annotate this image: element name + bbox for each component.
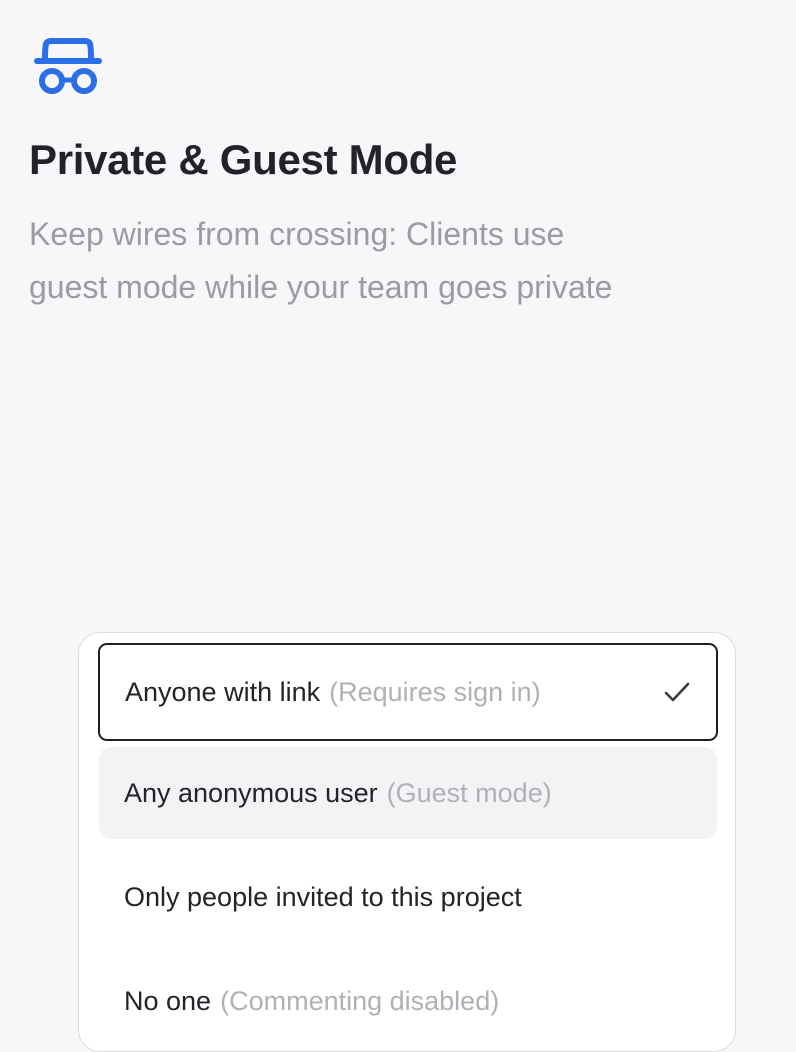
page-subtitle: Keep wires from crossing: Clients use gu…	[29, 216, 613, 305]
option-hint: (Commenting disabled)	[220, 985, 500, 1016]
access-dropdown-menu: Anyone with link (Requires sign in) Any …	[78, 632, 736, 1052]
option-any-anonymous-user[interactable]: Any anonymous user (Guest mode)	[99, 747, 717, 839]
option-label: Anyone with link	[125, 676, 321, 707]
option-label: Only people invited to this project	[124, 881, 522, 912]
incognito-icon	[34, 38, 102, 94]
page-title: Private & Guest Mode	[29, 136, 458, 183]
option-no-one[interactable]: No one (Commenting disabled)	[99, 953, 717, 1049]
option-anyone-with-link[interactable]: Anyone with link (Requires sign in)	[98, 643, 718, 741]
option-hint: (Requires sign in)	[329, 676, 541, 707]
option-hint: (Guest mode)	[386, 777, 552, 808]
checkmark-icon	[664, 682, 690, 702]
option-only-invited-people[interactable]: Only people invited to this project	[99, 849, 717, 945]
option-label: No one	[124, 985, 212, 1016]
option-label: Any anonymous user	[124, 777, 378, 808]
